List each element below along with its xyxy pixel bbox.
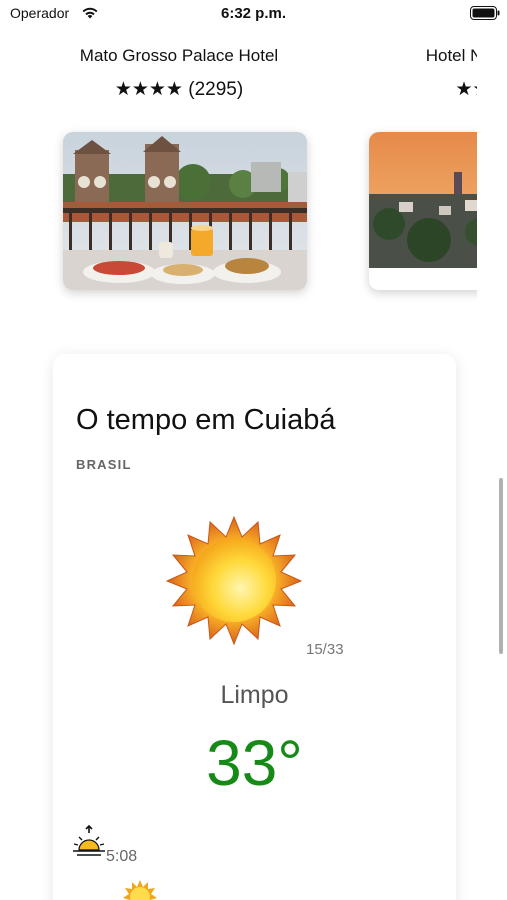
hotel-photo[interactable] — [369, 132, 477, 290]
sunrise-icon — [73, 824, 105, 856]
rating-stars: ★★★★ — [114, 79, 183, 100]
scroll-indicator[interactable] — [499, 478, 503, 654]
battery-icon — [470, 6, 500, 20]
hotel-rating: ★★★ — [355, 78, 477, 101]
hotel-name: Hotel Nacional — [425, 46, 477, 65]
status-time: 6:32 p.m. — [220, 5, 287, 22]
hotel-photo[interactable] — [63, 132, 307, 290]
review-count: (2295) — [188, 79, 244, 100]
hotel-photo-image — [63, 132, 307, 290]
hotel-photo-image — [369, 132, 477, 268]
hotel-name: Mato Grosso Palace Hotel — [79, 46, 279, 65]
sun-icon — [165, 515, 303, 646]
hotel-card[interactable]: Hotel Nacional ★★★ — [355, 28, 477, 328]
app-screen: Operador 6:32 p.m. Mato Grosso Palace Ho… — [0, 0, 507, 900]
temp-range: 15/33 — [306, 641, 344, 658]
sunrise-time: 5:08 — [106, 848, 138, 865]
rating-stars: ★★★ — [455, 79, 477, 100]
status-bar: Operador 6:32 p.m. — [0, 0, 507, 28]
weather-title: O tempo em Cuiabá — [76, 404, 336, 436]
weather-country: BRASIL — [76, 457, 132, 472]
hotel-rating: ★★★★ (2295) — [53, 78, 305, 101]
sun-icon — [123, 880, 157, 900]
weather-condition: Limpo — [220, 681, 289, 709]
hotel-carousel[interactable]: Mato Grosso Palace Hotel ★★★★ (2295) Hot… — [0, 28, 477, 328]
hotel-card[interactable]: Mato Grosso Palace Hotel ★★★★ (2295) — [53, 28, 307, 328]
current-temperature: 33° — [206, 727, 303, 799]
weather-card: O tempo em Cuiabá BRASIL 15/33 Limpo 33° — [53, 354, 456, 900]
